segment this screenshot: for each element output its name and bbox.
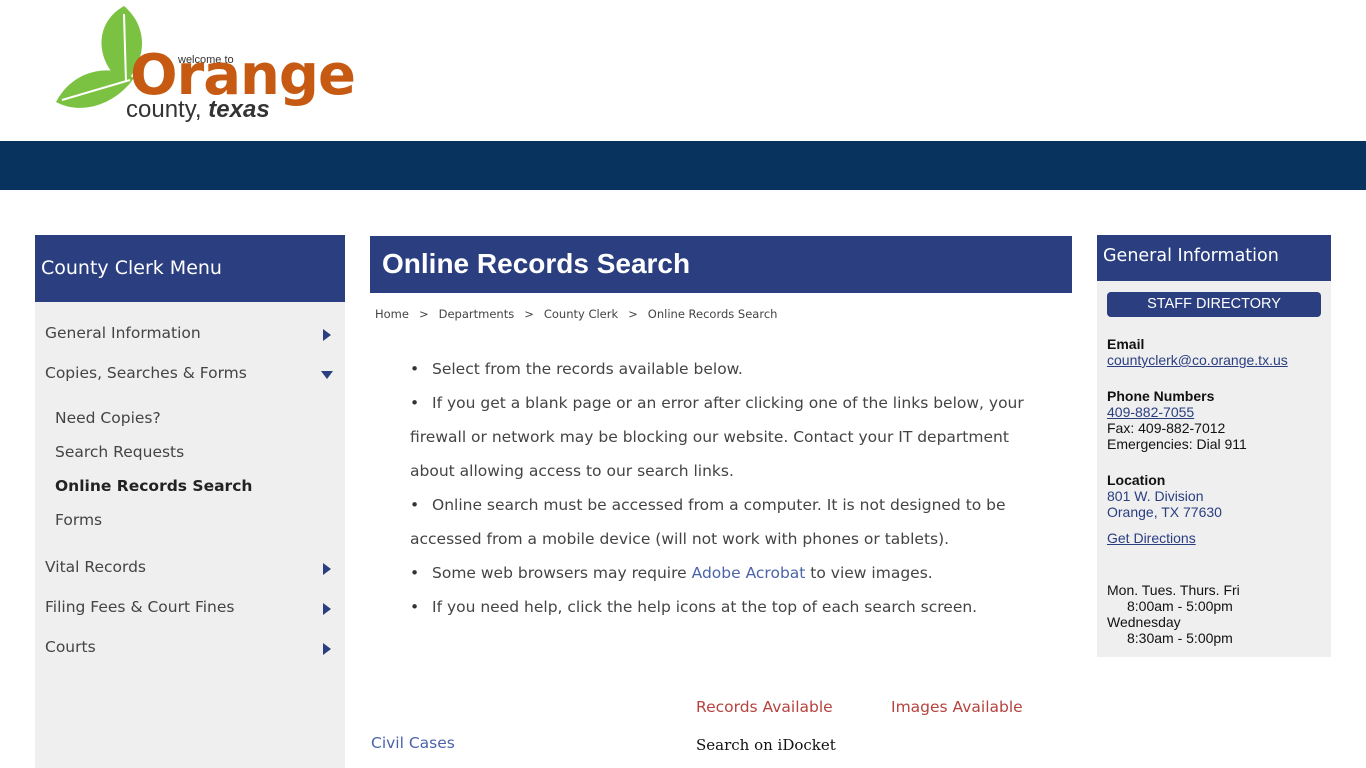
email-link[interactable]: countyclerk@co.orange.tx.us (1107, 352, 1288, 368)
sidebar-item-label: Copies, Searches & Forms (45, 364, 247, 382)
caret-right-icon (323, 329, 331, 341)
address-line-1: 801 W. Division (1107, 488, 1204, 504)
hours-time-2: 8:30am - 5:00pm (1127, 630, 1233, 646)
emergency-text: Emergencies: Dial 911 (1107, 436, 1247, 452)
caret-down-icon (321, 371, 333, 379)
phone-link[interactable]: 409-882-7055 (1107, 404, 1194, 420)
page-title: Online Records Search (370, 236, 1072, 293)
sidebar-submenu: Need Copies? Search Requests Online Reco… (35, 394, 345, 548)
submenu-item-need-copies[interactable]: Need Copies? (35, 402, 345, 436)
hours-days-2: Wednesday (1107, 614, 1181, 630)
caret-right-icon (323, 603, 331, 615)
sidebar-item-general-information[interactable]: General Information (35, 314, 345, 354)
hours-time-1: 8:00am - 5:00pm (1127, 598, 1233, 614)
civil-cases-link[interactable]: Civil Cases (371, 734, 455, 752)
list-item: If you need help, click the help icons a… (410, 590, 1040, 624)
list-item: If you get a blank page or an error afte… (410, 386, 1040, 488)
list-item: Select from the records available below. (410, 352, 1040, 386)
general-information-panel: General Information STAFF DIRECTORY Emai… (1097, 235, 1331, 657)
sidebar-item-label: General Information (45, 324, 201, 342)
sidebar-item-courts[interactable]: Courts (35, 628, 345, 668)
breadcrumb: Home > Departments > County Clerk > Online Rec… (375, 307, 778, 321)
staff-directory-button[interactable]: STAFF DIRECTORY (1107, 292, 1321, 317)
sidebar-item-filing-fees[interactable]: Filing Fees & Court Fines (35, 588, 345, 628)
sidebar-item-copies-searches-forms[interactable]: Copies, Searches & Forms (35, 354, 345, 394)
adobe-acrobat-link[interactable]: Adobe Acrobat (692, 564, 806, 582)
search-on-idocket-link[interactable]: Search on iDocket (696, 736, 836, 754)
main-content: Online Records Search Home > Departments > C… (370, 236, 1072, 754)
sidebar-title: County Clerk Menu (35, 235, 345, 302)
email-label: Email (1107, 336, 1145, 352)
main-nav-bar (0, 141, 1366, 190)
info-panel-body: Email countyclerk@co.orange.tx.us Phone … (1107, 336, 1327, 646)
submenu-item-search-requests[interactable]: Search Requests (35, 436, 345, 470)
caret-right-icon (323, 643, 331, 655)
list-item: Some web browsers may require Adobe Acro… (410, 556, 1040, 590)
column-header-images-available: Images Available (891, 698, 1023, 716)
hours-days-1: Mon. Tues. Thurs. Fri (1107, 582, 1240, 598)
county-clerk-menu: County Clerk Menu General Information Co… (35, 235, 345, 768)
phone-label: Phone Numbers (1107, 388, 1215, 404)
list-item: Online search must be accessed from a co… (410, 488, 1040, 556)
breadcrumb-departments[interactable]: Departments (439, 307, 515, 321)
sidebar-item-label: Courts (45, 638, 96, 656)
address-line-2: Orange, TX 77630 (1107, 504, 1222, 520)
breadcrumb-county-clerk[interactable]: County Clerk (544, 307, 618, 321)
logo-county-text: county, texas (126, 96, 270, 123)
caret-right-icon (323, 563, 331, 575)
column-header-records-available: Records Available (696, 698, 833, 716)
info-panel-title: General Information (1097, 235, 1331, 281)
location-label: Location (1107, 472, 1166, 488)
breadcrumb-current: Online Records Search (647, 307, 778, 321)
get-directions-link[interactable]: Get Directions (1107, 530, 1196, 546)
submenu-item-forms[interactable]: Forms (35, 504, 345, 538)
breadcrumb-home[interactable]: Home (375, 307, 409, 321)
site-logo[interactable]: welcome to Orange county, texas (52, 4, 356, 128)
fax-text: Fax: 409-882-7012 (1107, 420, 1226, 436)
submenu-item-online-records-search[interactable]: Online Records Search (35, 470, 345, 504)
instructions-list: Select from the records available below.… (410, 352, 1040, 624)
sidebar-item-label: Filing Fees & Court Fines (45, 598, 235, 616)
sidebar-item-label: Vital Records (45, 558, 147, 576)
sidebar-item-vital-records[interactable]: Vital Records (35, 548, 345, 588)
site-header: welcome to Orange county, texas (0, 0, 1366, 141)
